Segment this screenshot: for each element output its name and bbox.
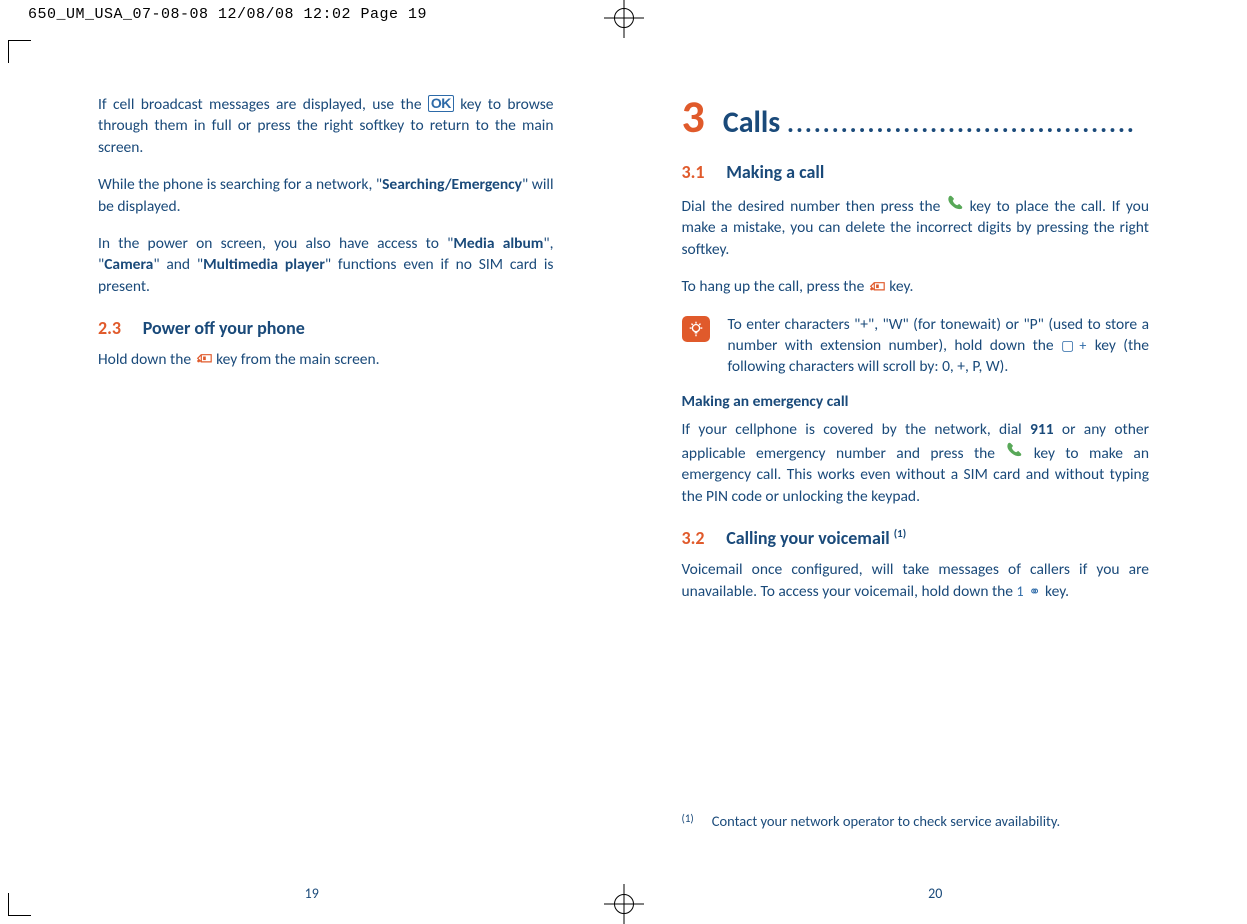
chapter-heading: 3 Calls ................................… [682, 94, 1150, 141]
section-3-2-heading: 3.2 Calling your voicemail (1) [682, 527, 1150, 549]
footnote-text: Contact your network operator to check s… [712, 812, 1060, 830]
footnote: (1) Contact your network operator to che… [682, 812, 1150, 830]
para-dial: Dial the desired number then press the k… [682, 193, 1150, 260]
zero-plus-key-icon: ▢ + [1061, 336, 1087, 355]
ok-key-icon: OK [428, 95, 454, 112]
section-number: 3.1 [682, 161, 705, 183]
lightbulb-icon [682, 316, 710, 342]
page-left: If cell broadcast messages are displayed… [0, 70, 624, 902]
para-poweron: In the power on screen, you also have ac… [98, 233, 554, 297]
para-voicemail: Voicemail once configured, will take mes… [682, 559, 1150, 602]
leader-dots: ....................................... [787, 107, 1136, 139]
registration-mark-top [604, 0, 644, 38]
end-key-icon [868, 277, 886, 291]
subheading-emergency: Making an emergency call [682, 392, 1150, 411]
para-searching: While the phone is searching for a netwo… [98, 174, 554, 217]
section-number: 3.2 [682, 527, 705, 549]
page-right: 3 Calls ................................… [624, 70, 1247, 902]
page-number-left: 19 [305, 885, 319, 902]
section-title: Making a call [726, 161, 824, 183]
section-title: Calling your voicemail (1) [726, 527, 906, 549]
para-emergency: If your cellphone is covered by the netw… [682, 419, 1150, 508]
section-2-3-heading: 2.3 Power off your phone [98, 317, 554, 339]
section-3-1-heading: 3.1 Making a call [682, 161, 1150, 183]
page-spread: If cell broadcast messages are displayed… [0, 70, 1247, 902]
para-cell-broadcast: If cell broadcast messages are displayed… [98, 94, 554, 158]
tip-box: To enter characters "+", "W" (for tonewa… [682, 314, 1150, 378]
tip-text: To enter characters "+", "W" (for tonewa… [728, 314, 1150, 378]
para-poweroff: Hold down the key from the main screen. [98, 349, 554, 370]
call-key-icon [1005, 441, 1023, 455]
crop-mark-top-left [8, 40, 31, 63]
one-voicemail-key-icon: 1 ⚭ [1017, 582, 1042, 601]
section-number: 2.3 [98, 317, 121, 339]
para-hangup: To hang up the call, press the key. [682, 276, 1150, 297]
section-title: Power off your phone [143, 317, 305, 339]
chapter-title: Calls ..................................… [723, 104, 1149, 141]
footnote-mark: (1) [682, 812, 694, 830]
footnote-ref: (1) [894, 527, 906, 540]
chapter-number: 3 [682, 94, 705, 140]
call-key-icon [946, 194, 964, 208]
end-key-icon [195, 350, 213, 364]
print-header: 650_UM_USA_07-08-08 12/08/08 12:02 Page … [0, 0, 427, 29]
page-number-right: 20 [928, 885, 942, 902]
